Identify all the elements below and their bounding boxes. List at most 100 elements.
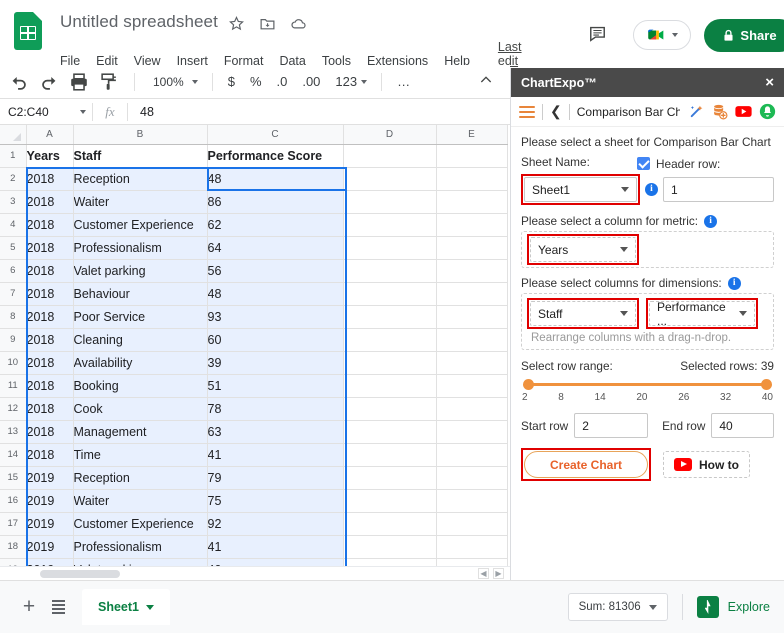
redo-icon[interactable] bbox=[38, 71, 60, 93]
cell-a9[interactable]: 2018 bbox=[26, 328, 74, 352]
cell-c4[interactable]: 62 bbox=[207, 213, 344, 237]
name-box[interactable]: C2:C40 bbox=[0, 105, 92, 119]
cell-a6[interactable]: 2018 bbox=[26, 259, 74, 283]
table-row[interactable]: 2 2018 Reception 48 bbox=[0, 167, 508, 191]
cell-c15[interactable]: 79 bbox=[207, 466, 344, 490]
cell-d12[interactable] bbox=[343, 397, 437, 421]
cell-e17[interactable] bbox=[436, 512, 508, 536]
cloud-saved-icon[interactable] bbox=[290, 15, 307, 32]
cell-d18[interactable] bbox=[343, 535, 437, 559]
create-chart-button[interactable]: Create Chart bbox=[524, 451, 648, 478]
row-number[interactable]: 5 bbox=[0, 236, 27, 260]
add-data-icon[interactable] bbox=[711, 103, 728, 120]
cell-d9[interactable] bbox=[343, 328, 437, 352]
explore-button[interactable]: Explore bbox=[696, 596, 770, 618]
header-row-toggle[interactable]: Header row: bbox=[637, 157, 774, 171]
cell-b18[interactable]: Professionalism bbox=[73, 535, 208, 559]
cell-c16[interactable]: 75 bbox=[207, 489, 344, 513]
end-row-input[interactable]: 40 bbox=[711, 413, 774, 438]
cell-e3[interactable] bbox=[436, 190, 508, 214]
cell-b9[interactable]: Cleaning bbox=[73, 328, 208, 352]
cell-b2[interactable]: Reception bbox=[73, 167, 208, 191]
paint-format-icon[interactable] bbox=[98, 71, 120, 93]
hamburger-menu-icon[interactable] bbox=[519, 105, 535, 118]
cell-a8[interactable]: 2018 bbox=[26, 305, 74, 329]
percent-format-button[interactable]: % bbox=[250, 74, 262, 89]
table-row[interactable]: 14 2018 Time 41 bbox=[0, 443, 508, 467]
cell-d14[interactable] bbox=[343, 443, 437, 467]
cell-c12[interactable]: 78 bbox=[207, 397, 344, 421]
table-row[interactable]: 17 2019 Customer Experience 92 bbox=[0, 512, 508, 536]
cell-c9[interactable]: 60 bbox=[207, 328, 344, 352]
cell-d3[interactable] bbox=[343, 190, 437, 214]
move-to-folder-icon[interactable] bbox=[259, 15, 276, 32]
row-number[interactable]: 2 bbox=[0, 167, 27, 191]
cell-d5[interactable] bbox=[343, 236, 437, 260]
cell-d13[interactable] bbox=[343, 420, 437, 444]
row-number[interactable]: 8 bbox=[0, 305, 27, 329]
cell-e10[interactable] bbox=[436, 351, 508, 375]
cell-e18[interactable] bbox=[436, 535, 508, 559]
cell-e15[interactable] bbox=[436, 466, 508, 490]
select-all-corner[interactable] bbox=[0, 125, 27, 145]
row-number[interactable]: 14 bbox=[0, 443, 27, 467]
row-number[interactable]: 16 bbox=[0, 489, 27, 513]
cell-d4[interactable] bbox=[343, 213, 437, 237]
row-number[interactable]: 9 bbox=[0, 328, 27, 352]
cell-a4[interactable]: 2018 bbox=[26, 213, 74, 237]
magic-wand-icon[interactable] bbox=[687, 103, 704, 120]
cell-e13[interactable] bbox=[436, 420, 508, 444]
cell-e14[interactable] bbox=[436, 443, 508, 467]
cell-c10[interactable]: 39 bbox=[207, 351, 344, 375]
print-icon[interactable] bbox=[68, 71, 90, 93]
cell-b17[interactable]: Customer Experience bbox=[73, 512, 208, 536]
column-header-d[interactable]: D bbox=[343, 125, 437, 145]
row-number[interactable]: 13 bbox=[0, 420, 27, 444]
table-row[interactable]: 15 2019 Reception 79 bbox=[0, 466, 508, 490]
document-title[interactable]: Untitled spreadsheet bbox=[60, 12, 218, 32]
dimensions-drop-area[interactable]: Staff Performance ... Rearrange columns … bbox=[521, 293, 774, 350]
more-options-button[interactable]: … bbox=[397, 74, 412, 89]
cell-e5[interactable] bbox=[436, 236, 508, 260]
cell-b5[interactable]: Professionalism bbox=[73, 236, 208, 260]
sheet-info-icon[interactable]: i bbox=[645, 183, 658, 196]
table-row[interactable]: 1 Years Staff Performance Score bbox=[0, 144, 508, 168]
start-row-input[interactable]: 2 bbox=[574, 413, 649, 438]
metric-select[interactable]: Years bbox=[530, 237, 636, 262]
cell-c2[interactable]: 48 bbox=[207, 167, 344, 191]
cell-a7[interactable]: 2018 bbox=[26, 282, 74, 306]
horizontal-scrollbar[interactable]: ◀ ▶ bbox=[0, 566, 510, 580]
dimension-1-select[interactable]: Staff bbox=[530, 301, 636, 326]
slider-knob-end[interactable] bbox=[761, 379, 772, 390]
column-header-c[interactable]: C bbox=[207, 125, 344, 145]
table-row[interactable]: 5 2018 Professionalism 64 bbox=[0, 236, 508, 260]
cell-b11[interactable]: Booking bbox=[73, 374, 208, 398]
horizontal-scroll-thumb[interactable] bbox=[40, 570, 120, 578]
dimension-2-select[interactable]: Performance ... bbox=[649, 300, 755, 328]
meet-button[interactable] bbox=[633, 20, 691, 50]
table-row[interactable]: 3 2018 Waiter 86 bbox=[0, 190, 508, 214]
header-row-checkbox[interactable] bbox=[637, 157, 650, 170]
cell-a18[interactable]: 2019 bbox=[26, 535, 74, 559]
cell-d1[interactable] bbox=[343, 144, 437, 168]
row-number[interactable]: 4 bbox=[0, 213, 27, 237]
cell-b8[interactable]: Poor Service bbox=[73, 305, 208, 329]
metric-info-icon[interactable]: i bbox=[704, 214, 718, 228]
column-header-e[interactable]: E bbox=[436, 125, 508, 145]
cell-a13[interactable]: 2018 bbox=[26, 420, 74, 444]
row-number[interactable]: 1 bbox=[0, 144, 27, 168]
row-number[interactable]: 15 bbox=[0, 466, 27, 490]
notification-bell-icon[interactable] bbox=[759, 103, 776, 120]
chart-type-breadcrumb[interactable]: Comparison Bar Cha... bbox=[577, 105, 680, 119]
cell-e6[interactable] bbox=[436, 259, 508, 283]
table-row[interactable]: 6 2018 Valet parking 56 bbox=[0, 259, 508, 283]
zoom-control[interactable]: 100% bbox=[153, 75, 198, 89]
spreadsheet-grid[interactable]: A B C D E 1 Years Staff Performance Score 2 2… bbox=[0, 125, 510, 580]
row-number[interactable]: 17 bbox=[0, 512, 27, 536]
youtube-icon[interactable] bbox=[735, 103, 752, 120]
cell-c11[interactable]: 51 bbox=[207, 374, 344, 398]
cell-e8[interactable] bbox=[436, 305, 508, 329]
row-number[interactable]: 11 bbox=[0, 374, 27, 398]
cell-a12[interactable]: 2018 bbox=[26, 397, 74, 421]
cell-d17[interactable] bbox=[343, 512, 437, 536]
